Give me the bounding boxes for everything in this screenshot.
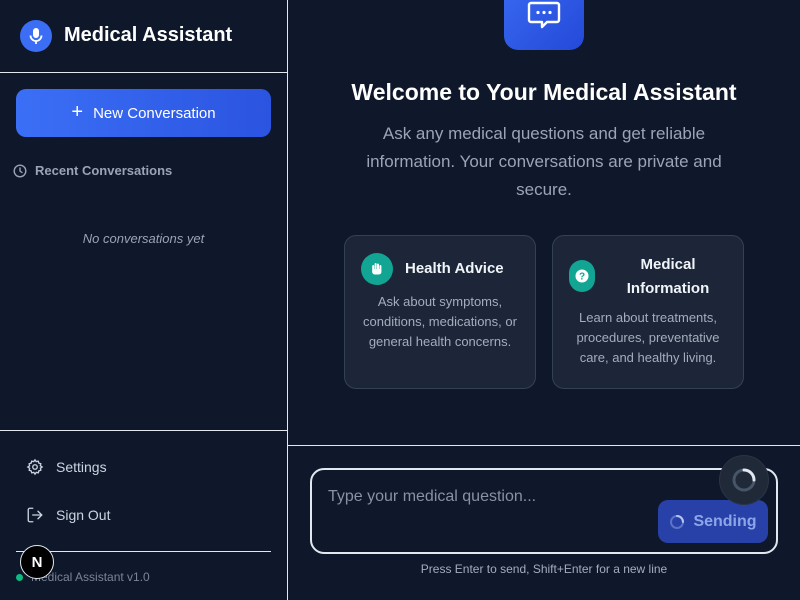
card-title: Health Advice <box>405 260 504 277</box>
sidebar-header: Medical Assistant <box>0 0 287 73</box>
card-title: Medical Information <box>626 256 710 297</box>
health-advice-card[interactable]: Health Advice Ask about symptoms, condit… <box>344 235 536 389</box>
settings-label: Settings <box>56 459 107 475</box>
send-button-label: Sending <box>693 512 757 530</box>
recent-conversations-header: Recent Conversations <box>13 163 172 178</box>
loading-indicator <box>720 456 768 504</box>
medical-information-card[interactable]: ? Medical Information Learn about treatm… <box>552 235 744 389</box>
loading-spinner-icon <box>670 514 685 529</box>
svg-text:?: ? <box>579 272 585 283</box>
status-dot <box>16 573 23 581</box>
card-description: Learn about treatments, procedures, prev… <box>576 310 720 365</box>
gear-icon <box>26 458 44 476</box>
sign-out-label: Sign Out <box>56 507 111 523</box>
sidebar: Medical Assistant + New Conversation Rec… <box>0 0 288 600</box>
empty-conversations-text: No conversations yet <box>82 231 205 246</box>
welcome-title: Welcome to Your Medical Assistant <box>351 79 737 105</box>
send-button[interactable]: Sending <box>658 500 768 543</box>
settings-link[interactable]: Settings <box>26 458 107 476</box>
hand-icon <box>361 253 393 285</box>
microphone-icon <box>20 20 52 52</box>
app-title: Medical Assistant <box>64 24 233 46</box>
dev-tools-badge[interactable]: N <box>20 545 54 579</box>
clock-icon <box>13 163 27 178</box>
main-panel: Welcome to Your Medical Assistant Ask an… <box>288 0 800 600</box>
plus-icon: + <box>71 101 84 123</box>
recent-conversations-label: Recent Conversations <box>35 163 173 178</box>
sign-out-icon <box>27 507 43 523</box>
sign-out-link[interactable]: Sign Out <box>26 506 110 524</box>
keyboard-hint: Press Enter to send, Shift+Enter for a n… <box>420 562 668 576</box>
chat-bubble-icon <box>504 0 584 50</box>
input-divider <box>288 445 800 446</box>
question-icon: ? <box>569 260 595 292</box>
message-input[interactable] <box>328 488 648 518</box>
new-conversation-button[interactable]: + New Conversation <box>16 89 271 137</box>
footer-divider <box>16 551 271 552</box>
message-composer: Sending <box>310 468 778 554</box>
new-conversation-label: New Conversation <box>93 104 216 122</box>
welcome-subtitle: Ask any medical questions and get reliab… <box>366 124 722 199</box>
loading-spinner-icon <box>732 468 756 492</box>
card-description: Ask about symptoms, conditions, medicati… <box>363 294 517 349</box>
